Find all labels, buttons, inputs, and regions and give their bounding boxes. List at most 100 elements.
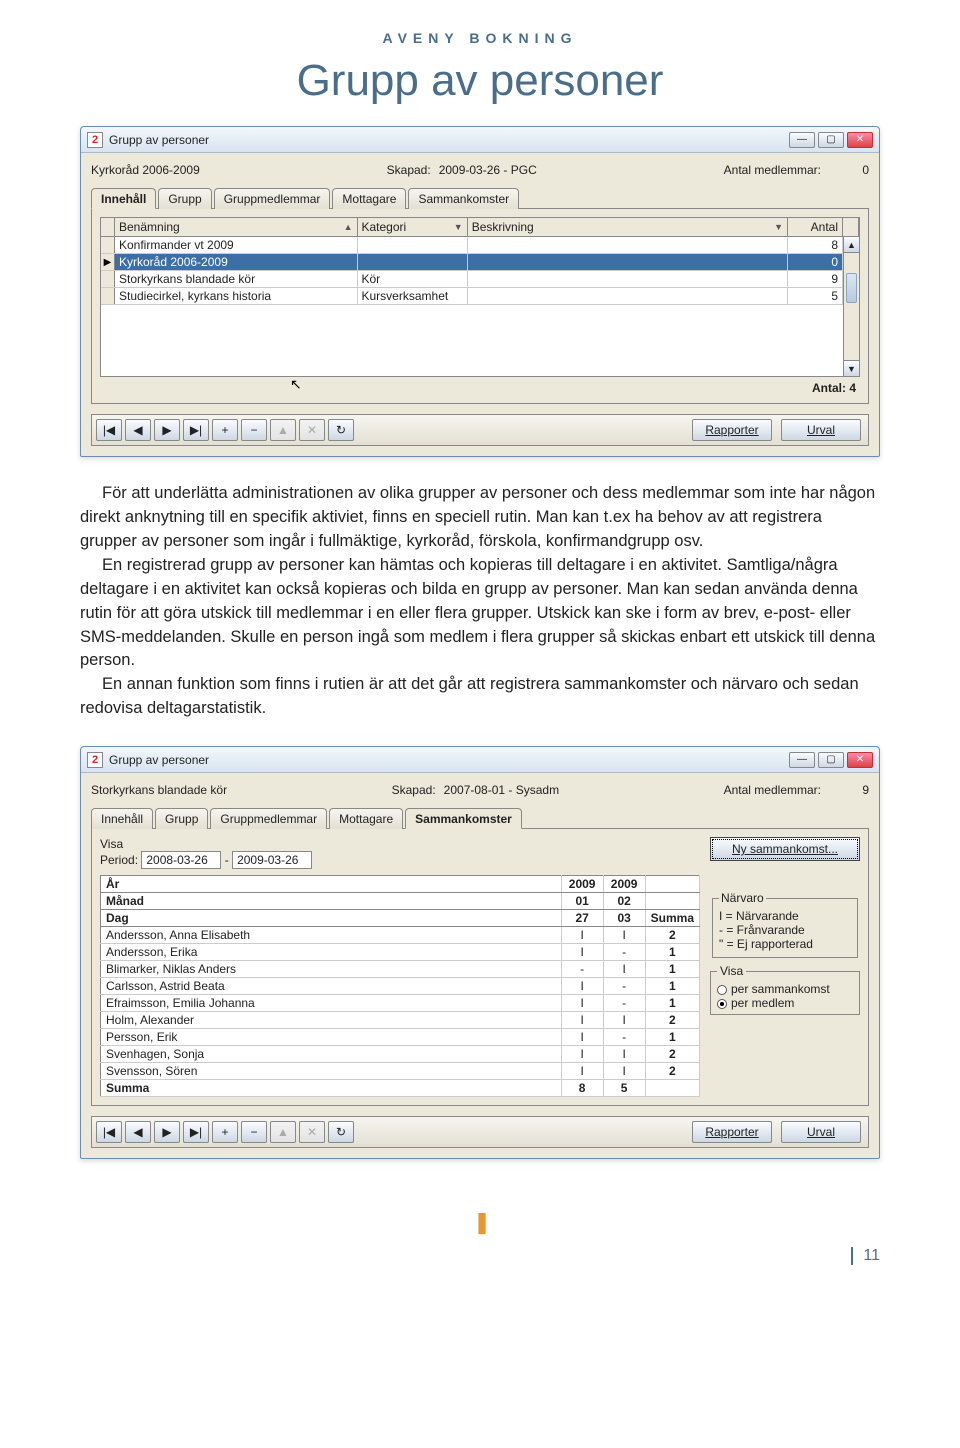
narvaro-legend: Närvaro I = Närvarande - = Frånvarande "… bbox=[712, 891, 858, 958]
nav-toolbar: |◀ ◀ ▶ ▶| + − ▲ ✕ ↻ Rapporter Urval bbox=[91, 414, 869, 446]
titlebar[interactable]: 2 Grupp av personer — ▢ ✕ bbox=[81, 127, 879, 153]
nav-prev[interactable]: ◀ bbox=[125, 1121, 151, 1143]
group-name: Kyrkoråd 2006-2009 bbox=[91, 163, 200, 177]
tab-mottagare[interactable]: Mottagare bbox=[329, 808, 403, 829]
page-title: Grupp av personer bbox=[80, 56, 880, 106]
col-benamning[interactable]: Benämning bbox=[119, 220, 180, 234]
table-row[interactable]: Andersson, Anna ElisabethII2 bbox=[101, 927, 700, 944]
summa-row: Summa85 bbox=[101, 1080, 700, 1097]
scroll-down-icon[interactable]: ▼ bbox=[844, 360, 859, 376]
nav-last[interactable]: ▶| bbox=[183, 1121, 209, 1143]
window-icon: 2 bbox=[87, 752, 103, 768]
col-antal[interactable]: Antal bbox=[811, 220, 838, 234]
members-value: 9 bbox=[829, 783, 869, 797]
group-grid[interactable]: Benämning▲ Kategori▼ Beskrivning▼ Antal … bbox=[100, 217, 860, 377]
members-label: Antal medlemmar: bbox=[724, 783, 821, 797]
tab-sammankomster[interactable]: Sammankomster bbox=[408, 188, 519, 209]
header-spaced: AVENY BOKNING bbox=[80, 30, 880, 46]
members-label: Antal medlemmar: bbox=[724, 163, 821, 177]
visa-opt-sammankomst[interactable]: per sammankomst bbox=[717, 982, 853, 996]
table-row[interactable]: Konfirmander vt 20098 bbox=[101, 237, 859, 254]
nav-add[interactable]: + bbox=[212, 1121, 238, 1143]
close-button[interactable]: ✕ bbox=[847, 752, 873, 768]
tabs: Innehåll Grupp Gruppmedlemmar Mottagare … bbox=[91, 805, 869, 829]
tab-gruppmedlemmar[interactable]: Gruppmedlemmar bbox=[210, 808, 327, 829]
tab-innehall[interactable]: Innehåll bbox=[91, 808, 153, 829]
nav-refresh[interactable]: ↻ bbox=[328, 419, 354, 441]
table-row[interactable]: Andersson, ErikaI-1 bbox=[101, 944, 700, 961]
table-row[interactable]: Persson, ErikI-1 bbox=[101, 1029, 700, 1046]
antal-label: Antal: bbox=[812, 381, 846, 395]
visa-opt-medlem[interactable]: per medlem bbox=[717, 996, 853, 1010]
tabs: Innehåll Grupp Gruppmedlemmar Mottagare … bbox=[91, 185, 869, 209]
table-row[interactable]: Svensson, SörenII2 bbox=[101, 1063, 700, 1080]
tab-gruppmedlemmar[interactable]: Gruppmedlemmar bbox=[214, 188, 331, 209]
nav-next[interactable]: ▶ bbox=[154, 419, 180, 441]
scroll-up-icon[interactable]: ▲ bbox=[844, 237, 859, 253]
nav-last[interactable]: ▶| bbox=[183, 419, 209, 441]
table-row[interactable]: Blimarker, Niklas Anders-I1 bbox=[101, 961, 700, 978]
visa-group: Visa per sammankomst per medlem bbox=[710, 964, 860, 1015]
antal-value: 4 bbox=[849, 381, 856, 395]
minimize-button[interactable]: — bbox=[789, 132, 815, 148]
nav-cancel[interactable]: ✕ bbox=[299, 1121, 325, 1143]
table-row[interactable]: Svenhagen, SonjaII2 bbox=[101, 1046, 700, 1063]
window-title: Grupp av personer bbox=[109, 133, 209, 147]
nav-remove[interactable]: − bbox=[241, 1121, 267, 1143]
maximize-button[interactable]: ▢ bbox=[818, 132, 844, 148]
maximize-button[interactable]: ▢ bbox=[818, 752, 844, 768]
col-kategori[interactable]: Kategori bbox=[362, 220, 407, 234]
col-beskrivning[interactable]: Beskrivning bbox=[472, 220, 534, 234]
period-from-input[interactable]: 2008-03-26 bbox=[141, 851, 221, 869]
table-row[interactable]: Efraimsson, Emilia JohannaI-1 bbox=[101, 995, 700, 1012]
tab-sammankomster[interactable]: Sammankomster bbox=[405, 808, 522, 829]
nav-edit[interactable]: ▲ bbox=[270, 419, 296, 441]
members-value: 0 bbox=[829, 163, 869, 177]
visa-label: Visa bbox=[100, 837, 123, 851]
titlebar[interactable]: 2 Grupp av personer — ▢ ✕ bbox=[81, 747, 879, 773]
created-value: 2009-03-26 - PGC bbox=[439, 163, 537, 177]
urval-button[interactable]: Urval bbox=[781, 1121, 861, 1143]
minimize-button[interactable]: — bbox=[789, 752, 815, 768]
footer-logo-icon: ||| bbox=[80, 1209, 880, 1235]
nav-first[interactable]: |◀ bbox=[96, 1121, 122, 1143]
window-icon: 2 bbox=[87, 132, 103, 148]
tab-grupp[interactable]: Grupp bbox=[158, 188, 211, 209]
urval-button[interactable]: Urval bbox=[781, 419, 861, 441]
attendance-table[interactable]: År 2009 2009 Månad 01 02 bbox=[100, 875, 700, 1097]
tab-grupp[interactable]: Grupp bbox=[155, 808, 208, 829]
table-row[interactable]: Holm, AlexanderII2 bbox=[101, 1012, 700, 1029]
nav-prev[interactable]: ◀ bbox=[125, 419, 151, 441]
nav-refresh[interactable]: ↻ bbox=[328, 1121, 354, 1143]
created-label: Skapad: bbox=[392, 783, 436, 797]
created-label: Skapad: bbox=[387, 163, 431, 177]
group-name: Storkyrkans blandade kör bbox=[91, 783, 227, 797]
period-label: Period: bbox=[100, 853, 138, 867]
table-row[interactable]: Carlsson, Astrid BeataI-1 bbox=[101, 978, 700, 995]
close-button[interactable]: ✕ bbox=[847, 132, 873, 148]
page-number: 11 bbox=[851, 1247, 880, 1265]
nav-remove[interactable]: − bbox=[241, 419, 267, 441]
table-row[interactable]: Storkyrkans blandade körKör9 bbox=[101, 271, 859, 288]
period-to-input[interactable]: 2009-03-26 bbox=[232, 851, 312, 869]
rapporter-button[interactable]: Rapporter bbox=[692, 1121, 772, 1143]
tab-mottagare[interactable]: Mottagare bbox=[332, 188, 406, 209]
tab-innehall[interactable]: Innehåll bbox=[91, 188, 156, 209]
article-body: För att underlätta administrationen av o… bbox=[80, 482, 880, 721]
nav-first[interactable]: |◀ bbox=[96, 419, 122, 441]
rapporter-button[interactable]: Rapporter bbox=[692, 419, 772, 441]
created-value: 2007-08-01 - Sysadm bbox=[444, 783, 559, 797]
table-row[interactable]: Studiecirkel, kyrkans historiaKursverksa… bbox=[101, 288, 859, 305]
window-grupp-av-personer-2: 2 Grupp av personer — ▢ ✕ Storkyrkans bl… bbox=[80, 746, 880, 1159]
nav-toolbar: |◀ ◀ ▶ ▶| + − ▲ ✕ ↻ Rapporter Urval bbox=[91, 1116, 869, 1148]
nav-cancel[interactable]: ✕ bbox=[299, 419, 325, 441]
table-row[interactable]: ▶Kyrkoråd 2006-20090 bbox=[101, 254, 859, 271]
scroll-thumb[interactable] bbox=[846, 273, 857, 303]
ny-sammankomst-button[interactable]: Ny sammankomst... bbox=[710, 837, 860, 861]
nav-edit[interactable]: ▲ bbox=[270, 1121, 296, 1143]
nav-next[interactable]: ▶ bbox=[154, 1121, 180, 1143]
grid-scrollbar[interactable]: ▲ ▼ bbox=[843, 237, 859, 376]
window-title: Grupp av personer bbox=[109, 753, 209, 767]
window-grupp-av-personer-1: 2 Grupp av personer — ▢ ✕ Kyrkoråd 2006-… bbox=[80, 126, 880, 457]
nav-add[interactable]: + bbox=[212, 419, 238, 441]
